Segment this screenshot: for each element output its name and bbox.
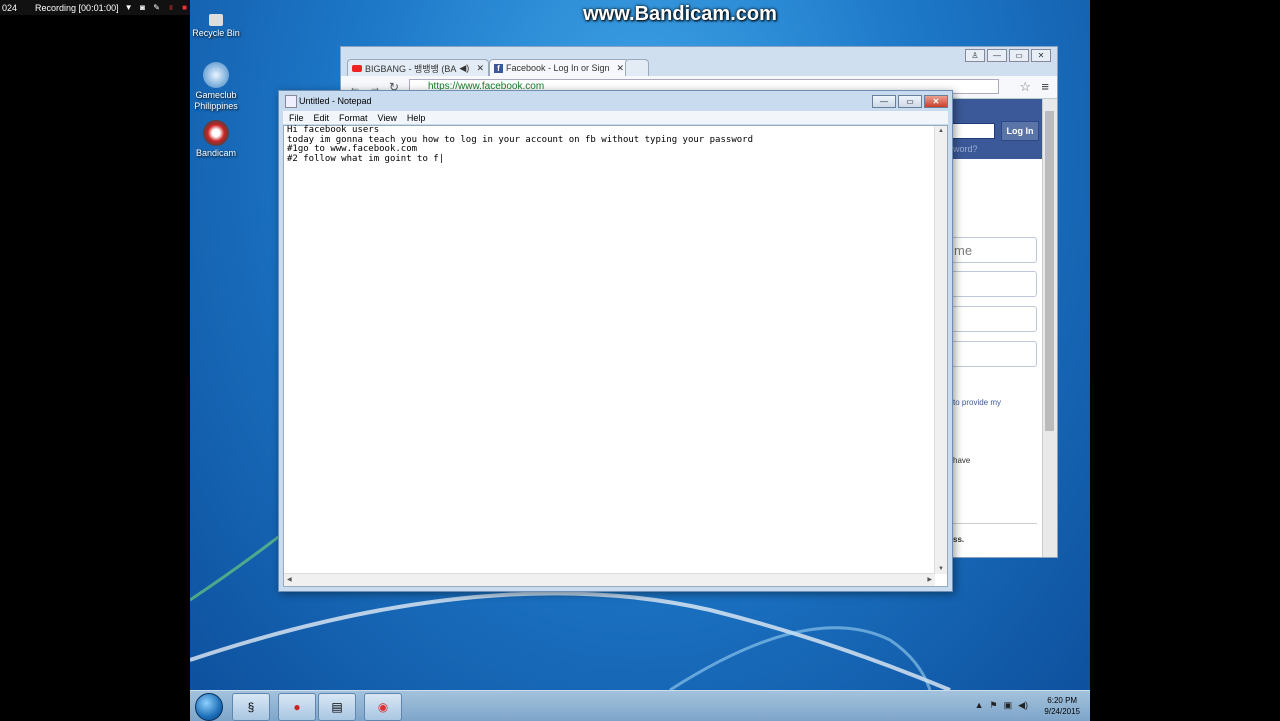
facebook-icon: f [494, 63, 503, 73]
volume-icon[interactable]: ◀) [1018, 700, 1028, 711]
scroll-down-icon[interactable]: ▼ [938, 566, 944, 572]
notepad-menubar: File Edit Format View Help [283, 111, 948, 124]
recycle-bin-shortcut[interactable]: Recycle Bin [190, 14, 246, 39]
system-tray: ▲ ⚑ ▣ ◀) [975, 700, 1028, 711]
recording-status: Recording [00:01:00] [35, 2, 119, 13]
recycle-bin-icon [209, 14, 223, 26]
desktop: www.Bandicam.com Recycle Bin Gameclub Ph… [190, 0, 1090, 720]
bookmark-star-icon[interactable]: ☆ [1019, 79, 1031, 95]
taskbar-bandicam[interactable]: ● [278, 693, 316, 721]
chrome-scrollbar[interactable] [1042, 99, 1057, 557]
scroll-up-icon[interactable]: ▲ [938, 128, 944, 134]
info-text: have [953, 456, 971, 465]
gameclub-icon [203, 62, 229, 88]
bandicam-icon [203, 120, 229, 146]
taskbar: § ● ▤ ◉ ▲ ⚑ ▣ ◀) 6:20 PM 9/24/2015 [190, 690, 1090, 721]
minimize-button[interactable]: — [872, 95, 896, 108]
tab-close-icon[interactable]: ✕ [616, 63, 624, 74]
user-icon[interactable]: ♙ [965, 49, 985, 62]
app-s-icon: § [247, 700, 255, 714]
notepad-text-area[interactable]: Hi facebook users today im gonna teach yo… [283, 125, 948, 587]
chrome-window-controls: ♙ — ▭ ✕ [965, 49, 1051, 62]
notepad-icon [285, 95, 297, 108]
signup-field[interactable] [949, 341, 1037, 367]
divider [953, 523, 1037, 524]
horizontal-scrollbar[interactable]: ◀ ▶ [284, 573, 935, 586]
bandicam-shortcut[interactable]: Bandicam [190, 120, 246, 159]
scroll-left-icon[interactable]: ◀ [287, 576, 292, 583]
password-input[interactable] [951, 123, 995, 139]
start-button[interactable] [195, 693, 223, 721]
clock-date: 9/24/2015 [1044, 707, 1080, 716]
tab-close-icon[interactable]: ✕ [476, 63, 484, 74]
forgot-password-link[interactable]: word? [953, 144, 978, 154]
taskbar-notepad[interactable]: ▤ [318, 693, 356, 721]
scroll-thumb[interactable] [1045, 111, 1054, 431]
vertical-scrollbar[interactable]: ▲ ▼ [934, 126, 947, 574]
notepad-title: Untitled - Notepad [299, 96, 372, 106]
tab-title: Facebook - Log In or Sign [506, 63, 610, 73]
dropdown-icon[interactable]: ▼ [125, 3, 133, 12]
recycle-bin-label: Recycle Bin [192, 28, 240, 38]
menu-help[interactable]: Help [407, 113, 426, 123]
close-button[interactable]: ✕ [924, 95, 948, 108]
notepad-icon: ▤ [331, 700, 343, 714]
signup-field[interactable] [949, 306, 1037, 332]
network-icon[interactable]: ▣ [1004, 700, 1013, 711]
tab-facebook[interactable]: f Facebook - Log In or Sign ✕ [489, 59, 629, 76]
tab-bigbang[interactable]: BIGBANG - 뱅뱅뱅 (BA ◀) ✕ [347, 59, 489, 76]
footer-text: ss. [953, 535, 965, 544]
camera-icon[interactable]: ◙ [139, 3, 147, 12]
menu-view[interactable]: View [378, 113, 397, 123]
tab-title: BIGBANG - 뱅뱅뱅 (BA [365, 63, 457, 74]
chrome-icon: ◉ [377, 700, 389, 714]
taskbar-chrome[interactable]: ◉ [364, 693, 402, 721]
new-tab-button[interactable] [625, 59, 649, 76]
terms-text: to provide my [953, 398, 1002, 407]
signup-field[interactable] [949, 271, 1037, 297]
gameclub-shortcut[interactable]: Gameclub Philippines [190, 62, 246, 112]
notepad-content: Hi facebook users today im gonna teach yo… [287, 125, 753, 164]
menu-file[interactable]: File [289, 113, 304, 123]
clock-time: 6:20 PM [1047, 696, 1078, 705]
scroll-right-icon[interactable]: ▶ [927, 576, 932, 583]
text-line: #2 follow what im goint to f| [287, 153, 445, 164]
recording-prefix: 024 [2, 2, 18, 13]
recording-toolbar: 024 Recording [00:01:00] ▼ ◙ ✎ ॥ ■ [0, 0, 192, 15]
pause-icon[interactable]: ॥ [167, 3, 175, 12]
close-button[interactable]: ✕ [1031, 49, 1051, 62]
maximize-button[interactable]: ▭ [1009, 49, 1029, 62]
taskbar-app-s[interactable]: § [232, 693, 270, 721]
notepad-window-controls: — ▭ ✕ [872, 95, 948, 108]
show-hidden-icon[interactable]: ▲ [975, 700, 984, 711]
signup-name-field[interactable]: me [949, 237, 1037, 263]
clock[interactable]: 6:20 PM 9/24/2015 [1044, 695, 1080, 717]
bandicam-icon: ● [293, 700, 301, 714]
bandicam-label: Bandicam [195, 148, 237, 158]
youtube-icon [352, 64, 362, 72]
login-button[interactable]: Log In [1001, 121, 1039, 141]
gameclub-label: Gameclub Philippines [194, 90, 238, 111]
bandicam-watermark: www.Bandicam.com [583, 3, 777, 25]
menu-edit[interactable]: Edit [314, 113, 330, 123]
menu-format[interactable]: Format [339, 113, 368, 123]
notepad-window[interactable]: Untitled - Notepad — ▭ ✕ File Edit Forma… [278, 90, 953, 592]
action-center-icon[interactable]: ⚑ [989, 700, 997, 711]
minimize-button[interactable]: — [987, 49, 1007, 62]
menu-icon[interactable]: ≡ [1041, 79, 1049, 94]
pencil-icon[interactable]: ✎ [153, 3, 161, 12]
stop-icon[interactable]: ■ [181, 3, 189, 12]
maximize-button[interactable]: ▭ [898, 95, 922, 108]
speaker-icon: ◀) [459, 62, 470, 73]
